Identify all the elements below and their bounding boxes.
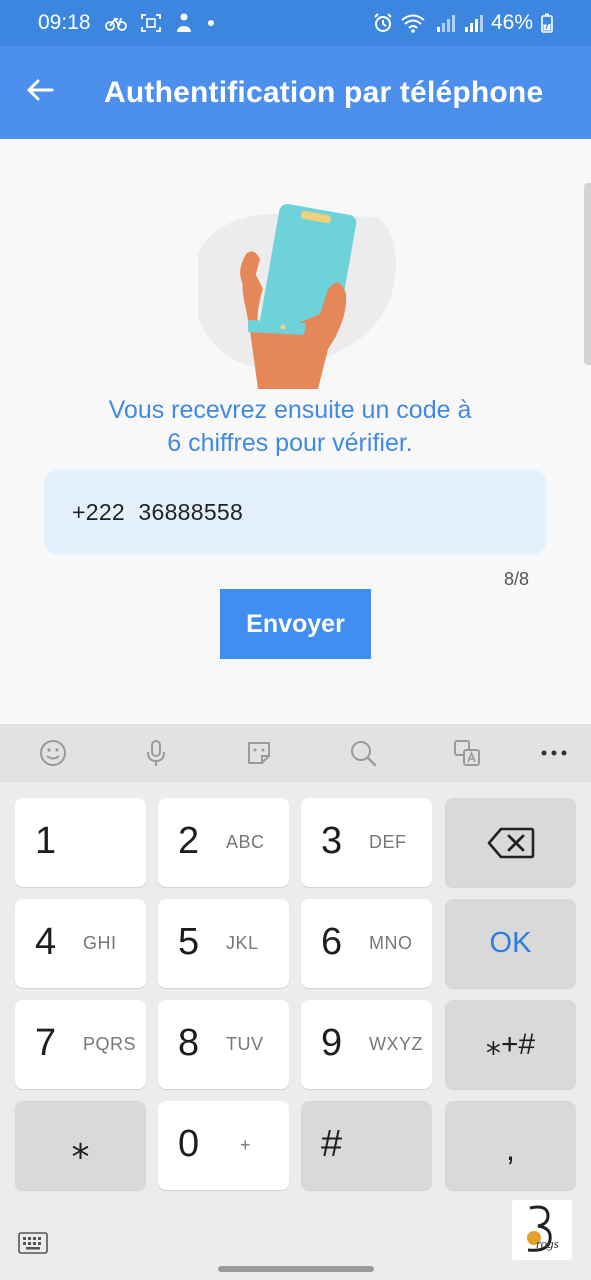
key-9[interactable]: 9 WXYZ [301,1000,432,1089]
character-counter: 8/8 [503,569,529,589]
key-8[interactable]: 8 TUV [158,1000,289,1089]
key-0-label: 0 [178,1123,200,1165]
scan-icon [140,14,161,32]
key-5[interactable]: 5 JKL [158,899,289,988]
key-1-label: 1 [35,820,57,862]
keyboard-switch-icon[interactable] [18,1232,48,1254]
key-5-label: 5 [178,921,200,963]
numeric-keyboard: 1 2 ABC 3 DEF 4 GHI 5 JKL 6 MNO OK 7 PQR… [0,724,591,1280]
instruction-line-2: 6 chiffres pour vérifier. [167,429,413,457]
key-6[interactable]: 6 MNO [301,899,432,988]
instruction-text: Vous recevrez ensuite un code à 6 chiffr… [40,394,540,460]
key-6-sub: MNO [369,933,413,953]
arrow-back-icon [26,78,54,107]
key-3-sub: DEF [369,832,407,852]
symbols-key-label: ⁎+# [485,1028,536,1061]
person-icon [175,13,193,33]
key-2-label: 2 [178,820,200,862]
key-7[interactable]: 7 PQRS [15,1000,146,1089]
key-6-label: 6 [321,921,343,963]
instruction-line-1: Vous recevrez ensuite un code à [108,396,472,424]
signal-icon [463,13,483,33]
svg-text:rogs: rogs [536,1236,559,1251]
key-4-label: 4 [35,921,57,963]
key-3-label: 3 [321,820,343,862]
translate-icon[interactable] [450,737,484,769]
key-4-sub: GHI [83,933,117,953]
hash-key[interactable]: # [301,1101,432,1190]
ok-key[interactable]: OK [445,899,576,988]
main-content: Vous recevrez ensuite un code à 6 chiffr… [0,139,591,724]
page-title: Authentification par téléphone [104,75,544,109]
key-9-sub: WXYZ [369,1034,423,1054]
backspace-key[interactable] [445,798,576,887]
scrollbar[interactable] [584,183,591,365]
send-button[interactable]: Envoyer [220,589,371,659]
key-5-sub: JKL [226,933,259,953]
home-indicator[interactable] [218,1266,374,1272]
signal-icon [435,13,455,33]
sticker-icon[interactable] [242,737,276,769]
key-3[interactable]: 3 DEF [301,798,432,887]
comma-key[interactable]: , [445,1101,576,1190]
key-7-sub: PQRS [83,1034,137,1054]
backspace-icon [445,827,576,859]
keyboard-toolbar [0,724,591,782]
hash-key-label: # [321,1123,343,1165]
phone-hand-illustration [188,199,403,391]
key-2-sub: ABC [226,832,265,852]
phone-number-input[interactable]: +222 36888558 [44,469,547,555]
key-8-sub: TUV [226,1034,264,1054]
star-key-label: ⁎ [71,1124,90,1166]
watermark-logo: rogs [512,1200,572,1260]
alarm-icon [373,13,393,33]
battery-icon [541,13,553,33]
key-9-label: 9 [321,1022,343,1064]
app-bar: Authentification par téléphone [0,46,591,139]
key-0[interactable]: 0 + [158,1101,289,1190]
key-1[interactable]: 1 [15,798,146,887]
wifi-icon [401,13,427,33]
key-4[interactable]: 4 GHI [15,899,146,988]
search-icon[interactable] [346,737,380,769]
dot-icon [207,19,215,27]
key-7-label: 7 [35,1022,57,1064]
bike-icon [104,15,127,31]
status-time: 09:18 [38,11,91,34]
emoji-icon[interactable] [36,737,70,769]
comma-key-label: , [506,1131,515,1167]
battery-percent: 46% [490,11,533,34]
ok-key-label: OK [489,927,532,959]
more-icon[interactable] [537,737,571,769]
star-key[interactable]: ⁎ [15,1101,146,1190]
back-button[interactable] [0,46,80,139]
symbols-key[interactable]: ⁎+# [445,1000,576,1089]
microphone-icon[interactable] [139,737,173,769]
phone-number-value: +222 36888558 [72,498,244,525]
key-2[interactable]: 2 ABC [158,798,289,887]
key-8-label: 8 [178,1022,200,1064]
status-bar: 09:18 46% [0,0,591,46]
key-0-sub: + [240,1135,252,1155]
